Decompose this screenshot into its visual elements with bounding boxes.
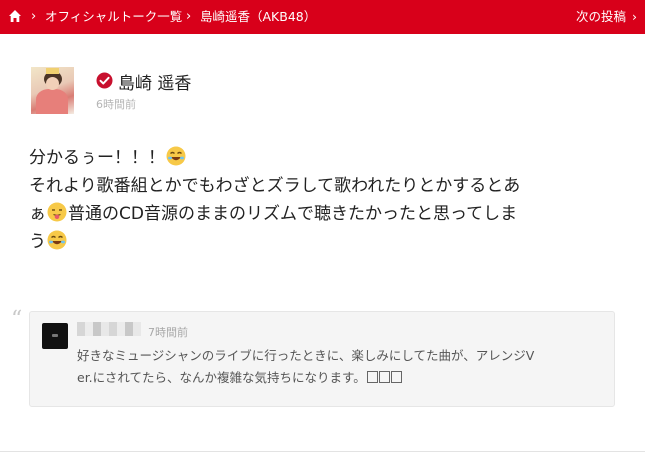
post-body: 分かるぅー！！！ それより歌番組とかでもわざとズラして歌われたりとかするとあ ぁ… [29,144,629,256]
post-line: ぁ 普通のCD音源のままのリズムで聴きたかったと思ってしま [29,200,629,228]
next-post-link[interactable]: 次の投稿 › [576,0,637,34]
commenter-name-blurred [77,322,141,336]
post-text: 普通のCD音源のままのリズムで聴きたかったと思ってしま [68,204,518,224]
comment-timestamp: 7時間前 [148,326,188,339]
post-text: それより歌番組とかでもわざとズラして歌われたりとかするとあ [29,176,521,196]
next-post-label: 次の投稿 [575,9,626,24]
quote-icon: “ [11,307,23,332]
laughing-emoji-icon [166,146,186,166]
breadcrumb-chevron-icon: › [186,9,192,24]
comment-text: 好きなミュージシャンのライブに行ったときに、楽しみにしてた曲が、アレンジV er… [77,345,605,389]
post-text: 分かるぅー！！！ [29,148,165,168]
post-line: 分かるぅー！！！ [29,144,629,172]
breadcrumb-chevron-icon: › [31,9,37,24]
missing-glyph-icon [390,371,402,383]
author-name[interactable]: 島崎 遥香 [118,69,191,94]
comment-line: 好きなミュージシャンのライブに行ったときに、楽しみにしてた曲が、アレンジV [77,348,535,363]
comment-line-text: er.にされてたら、なんか複雑な気持ちになります。 [77,370,366,385]
divider [0,451,645,452]
breadcrumb-official-talk-list[interactable]: オフィシャルトーク一覧 [45,0,182,34]
verified-check-icon [96,72,113,89]
missing-glyph-icon [378,371,390,383]
missing-glyph-icon [366,371,378,383]
chevron-right-icon: › [632,9,637,24]
comment-line: er.にされてたら、なんか複雑な気持ちになります。 [77,367,605,389]
top-navigation-bar: › オフィシャルトーク一覧 › 島崎遥香（AKB48） 次の投稿 › [0,0,645,34]
home-icon[interactable] [8,9,22,23]
laughing-emoji-icon [47,230,67,250]
post-line: う [29,228,629,256]
commenter-avatar [42,323,68,349]
breadcrumb-current-talk: 島崎遥香（AKB48） [200,9,317,24]
author-avatar[interactable] [31,67,74,114]
post-text: ぁ [29,204,46,224]
post-line: それより歌番組とかでもわざとズラして歌われたりとかするとあ [29,172,629,200]
post-timestamp: 6時間前 [96,98,136,111]
tongue-out-emoji-icon [47,202,67,222]
post-text: う [29,232,46,252]
quoted-comment-card: 7時間前 好きなミュージシャンのライブに行ったときに、楽しみにしてた曲が、アレン… [29,311,615,407]
